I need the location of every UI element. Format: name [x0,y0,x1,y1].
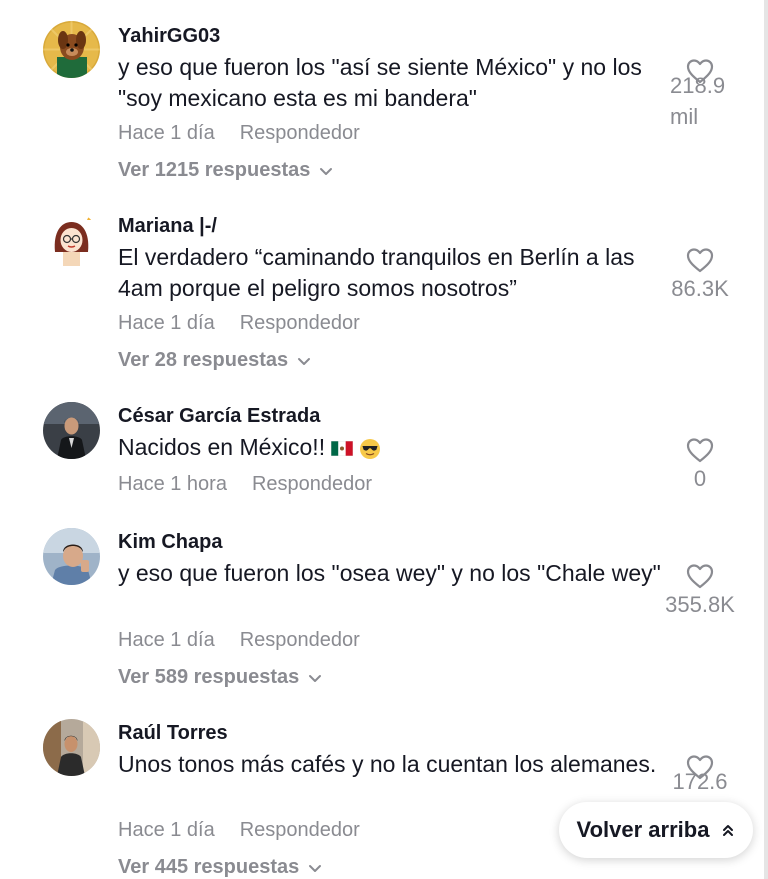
man-suit-avatar-icon[interactable] [43,402,100,459]
reply-button[interactable]: Respondedor [240,122,360,144]
like-group: 172.6 [660,754,740,797]
like-group: 0 [660,437,740,494]
chevron-down-icon [309,864,322,872]
like-count: 172.6 [672,769,728,794]
like-count: 86.3K [671,276,729,301]
cartoon-girl-avatar-icon[interactable] [43,212,100,269]
view-replies-label: Ver 445 respuestas [118,856,300,878]
back-to-top-label: Volver arriba [576,817,710,842]
comment-meta: Hace 1 hora Respondedor [118,473,372,496]
chevron-down-icon [320,167,333,175]
chevron-down-icon [309,674,322,682]
comment-text: y eso que fueron los "así se siente Méxi… [118,54,642,111]
mexico-flag-emoji [331,441,354,457]
comment-meta: Hace 1 día Respondedor [118,312,360,335]
comment-time: Hace 1 día [118,629,215,651]
reply-button[interactable]: Respondedor [240,819,360,841]
username[interactable]: Kim Chapa [118,531,222,554]
man-photo-avatar-icon[interactable] [43,528,100,585]
sunglasses-emoji [360,438,381,459]
heart-icon[interactable] [686,247,714,273]
like-group: 355.8K [660,563,740,620]
comment-text: Nacidos en México!! [118,432,663,463]
comment-text: y eso que fueron los "osea wey" y no los… [118,560,661,586]
view-replies-button[interactable]: Ver 589 respuestas [118,666,323,689]
dog-avatar-icon[interactable] [43,21,100,78]
view-replies-label: Ver 589 respuestas [118,666,300,688]
scrollbar[interactable] [764,0,768,879]
comment-time: Hace 1 día [118,312,215,334]
reply-button[interactable]: Respondedor [240,629,360,651]
comment-text-content: Nacidos en México!! [118,434,326,460]
like-group: 86.3K [660,247,740,304]
comment-time: Hace 1 hora [118,473,227,495]
comment-meta: Hace 1 día Respondedor [118,629,360,652]
comment-text: Unos tonos más cafés y no la cuentan los… [118,751,657,777]
comment-time: Hace 1 día [118,122,215,144]
comment-meta: Hace 1 día Respondedor [118,819,360,842]
view-replies-label: Ver 28 respuestas [118,349,289,371]
chevron-down-icon [298,357,311,365]
man-street-avatar-icon[interactable] [43,719,100,776]
like-count: 0 [693,466,707,491]
view-replies-button[interactable]: Ver 445 respuestas [118,856,323,879]
double-chevron-up-icon [723,825,734,836]
reply-button[interactable]: Respondedor [240,312,360,334]
heart-icon[interactable] [686,437,714,463]
like-group: 218.9 mil [660,58,740,132]
like-count: 218.9 mil [670,73,726,129]
username[interactable]: YahirGG03 [118,25,220,48]
heart-icon[interactable] [686,563,714,589]
username[interactable]: Mariana |-/ [118,215,217,238]
username[interactable]: César García Estrada [118,405,320,428]
back-to-top-button[interactable]: Volver arriba [559,802,753,858]
comment-meta: Hace 1 día Respondedor [118,122,360,145]
comment-text: El verdadero “caminando tranquilos en Be… [118,244,635,301]
comment-time: Hace 1 día [118,819,215,841]
reply-button[interactable]: Respondedor [252,473,372,495]
like-count: 355.8K [665,592,735,617]
view-replies-label: Ver 1215 respuestas [118,159,311,181]
username[interactable]: Raúl Torres [118,722,228,745]
view-replies-button[interactable]: Ver 1215 respuestas [118,159,334,182]
view-replies-button[interactable]: Ver 28 respuestas [118,349,312,372]
